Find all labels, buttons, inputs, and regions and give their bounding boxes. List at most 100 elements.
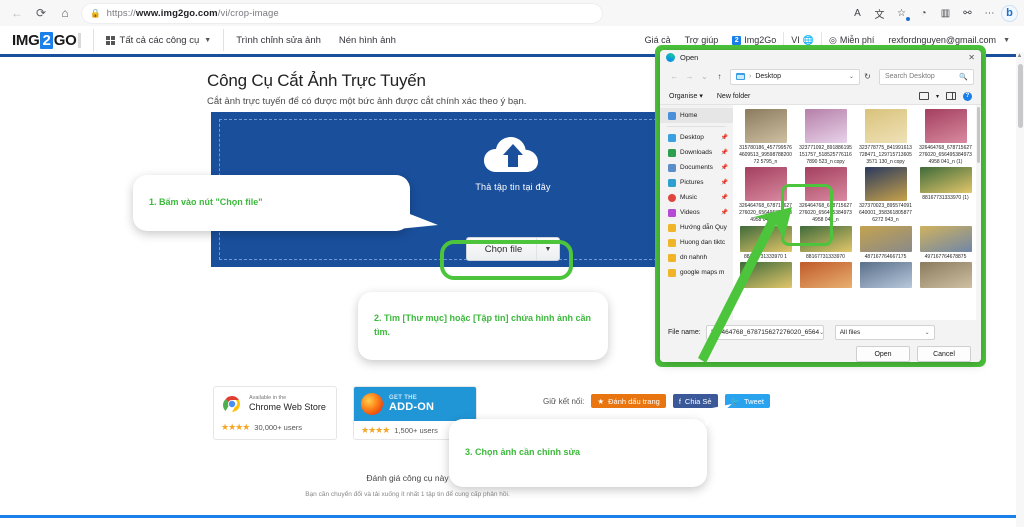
file-item[interactable]: 315780186_4577995764609513_9959878820072…	[738, 109, 793, 165]
pin-icon: 📌	[720, 135, 728, 141]
reload-icon[interactable]: ⟳	[30, 2, 52, 24]
img2go-logo[interactable]: IMG 2 GO	[12, 31, 81, 49]
callout-step-1: 1. Bấm vào nút "Chọn file"	[133, 175, 410, 231]
address-bar[interactable]: 🔒 https://www.img2go.com/vi/crop-image	[82, 3, 602, 23]
share-label: Giữ kết nối:	[543, 396, 585, 406]
dialog-refresh-icon[interactable]: ↻	[860, 69, 875, 85]
file-item[interactable]	[858, 262, 913, 289]
chevron-down-icon[interactable]: ⌄	[925, 329, 930, 336]
history-icon[interactable]: ◔	[913, 3, 934, 24]
sidebar-item-home[interactable]: Home	[660, 108, 733, 123]
brand-tab-img2go[interactable]: 2 Img2Go	[725, 35, 783, 45]
account-chevron-down-icon[interactable]: ▼	[1003, 37, 1016, 44]
address-chevron-down-icon[interactable]: ⌄	[849, 73, 854, 80]
sidebar-item-desktop[interactable]: Desktop 📌	[660, 130, 733, 145]
chrome-badge-text: Available in the Chrome Web Store	[249, 395, 326, 413]
dialog-scrollbar-thumb[interactable]	[977, 107, 980, 163]
file-item[interactable]: 497167764678875	[918, 225, 973, 261]
view-chevron-down-icon[interactable]: ▾	[936, 93, 939, 100]
pin-icon: 📌	[720, 180, 728, 186]
page-scrollbar[interactable]: ▲ ▼	[1016, 52, 1024, 527]
copilot-icon[interactable]: b	[1001, 4, 1018, 22]
grid-icon	[105, 35, 115, 45]
file-item[interactable]: 88167731333970 (1)	[918, 167, 973, 223]
screenshot-root: ← ⟳ ⌂ 🔒 https://www.img2go.com/vi/crop-i…	[0, 0, 1024, 527]
dialog-title: Open	[680, 53, 699, 62]
page-scrollbar-thumb[interactable]	[1018, 64, 1023, 128]
folder-icon	[668, 253, 676, 262]
favorites-icon[interactable]: ☆	[891, 3, 912, 24]
img2go-badge-icon: 2	[732, 35, 742, 45]
file-item[interactable]: 327370023_895574091640001_35836180587762…	[858, 167, 913, 223]
search-icon: 🔍	[959, 73, 968, 81]
twitter-label: Tweet	[743, 396, 764, 406]
file-thumbnail	[919, 225, 972, 252]
dialog-command-right: ▾ ?	[918, 91, 972, 101]
nav-link-help[interactable]: Trợ giúp	[678, 35, 726, 45]
account-menu[interactable]: rexfordnguyen@gmail.com	[881, 35, 1003, 45]
chrome-icon	[221, 393, 243, 415]
nav-link-pricing[interactable]: Giá cả	[638, 35, 678, 45]
file-item[interactable]: 487167764667175	[858, 225, 913, 261]
header-divider	[92, 29, 94, 51]
dialog-up-icon[interactable]: ↑	[712, 69, 727, 84]
dialog-back-icon[interactable]: ←	[667, 69, 682, 84]
dialog-recent-chevron-icon[interactable]: ⌄	[697, 69, 712, 84]
lock-icon: 🔒	[90, 7, 101, 18]
view-options-icon[interactable]	[918, 92, 929, 100]
all-tools-menu[interactable]: Tất cả các công cụ ▼	[105, 35, 211, 46]
scroll-up-arrow-icon[interactable]: ▲	[1017, 53, 1023, 59]
chrome-badge-small: Available in the	[249, 395, 287, 402]
organise-button[interactable]: Organise ▾	[669, 92, 703, 100]
open-button[interactable]: Open	[856, 346, 910, 362]
logo-part-2: 2	[40, 31, 53, 49]
read-aloud-icon[interactable]: A	[847, 3, 868, 24]
star-icon: ★	[597, 396, 605, 406]
file-thumbnail	[919, 262, 972, 289]
language-selector[interactable]: VI 🌐	[784, 35, 821, 46]
sidebar-item-pictures[interactable]: Pictures 📌	[660, 175, 733, 190]
file-item[interactable]: 323778775_841991613728471_12971571360535…	[858, 109, 913, 165]
dialog-forward-icon[interactable]: →	[682, 69, 697, 84]
dialog-address-bar[interactable]: › Desktop ⌄	[730, 68, 860, 85]
sidebar-item-documents[interactable]: Documents 📌	[660, 160, 733, 175]
file-item[interactable]: 323771092_891886195151757_51852577611678…	[798, 109, 853, 165]
nav-link-compress-image[interactable]: Nén hình ảnh	[339, 35, 396, 46]
chrome-web-store-badge[interactable]: Available in the Chrome Web Store ★★★★ 3…	[213, 386, 337, 440]
sidebar-divider	[667, 126, 726, 127]
sidebar-item-downloads[interactable]: Downloads 📌	[660, 145, 733, 160]
more-icon[interactable]: ⋯	[979, 3, 1000, 24]
firefox-rating-stars: ★★★★	[361, 424, 390, 435]
file-item[interactable]	[918, 262, 973, 289]
browser-nav-buttons: ← ⟳ ⌂	[0, 2, 76, 24]
file-thumbnail	[864, 109, 907, 143]
split-screen-icon[interactable]: ▥	[935, 3, 956, 24]
close-icon[interactable]: ✕	[968, 53, 975, 62]
browser-essentials-icon[interactable]: ⚯	[957, 3, 978, 24]
plan-badge[interactable]: ◎ Miễn phí	[822, 35, 881, 46]
address-current-folder: Desktop	[755, 73, 782, 80]
folder-icon	[668, 238, 676, 247]
nav-link-photo-editor[interactable]: Trình chỉnh sửa ảnh	[236, 35, 321, 46]
back-arrow-icon[interactable]: ←	[6, 2, 28, 24]
sidebar-item-label: Pictures	[680, 179, 704, 186]
dialog-search-input[interactable]: Search Desktop 🔍	[879, 68, 974, 85]
new-folder-button[interactable]: New folder	[717, 93, 750, 100]
account-email: rexfordnguyen@gmail.com	[888, 35, 997, 45]
callout-step-2-text: 2. Tìm [Thư mục] hoặc [Tập tin] chứa hìn…	[374, 313, 592, 337]
dialog-scrollbar[interactable]	[976, 105, 981, 320]
file-item[interactable]: 326464768_678715627276020_65649538497349…	[918, 109, 973, 165]
bookmark-button[interactable]: ★ Đánh dấu trang	[591, 394, 666, 408]
bookmark-label: Đánh dấu trang	[608, 396, 660, 406]
home-icon	[668, 111, 676, 120]
help-icon[interactable]: ?	[963, 91, 972, 101]
home-icon[interactable]: ⌂	[54, 2, 76, 24]
translate-icon[interactable]: 文	[869, 3, 890, 24]
language-label: VI	[791, 35, 800, 45]
cancel-button[interactable]: Cancel	[917, 346, 971, 362]
sidebar-item-label: Home	[680, 112, 698, 119]
file-name-label: 487167764667175	[864, 253, 907, 260]
callout-step-2-tail	[616, 278, 648, 302]
preview-pane-icon[interactable]	[946, 92, 956, 100]
file-name-label: 88167731333970 (1)	[922, 195, 969, 202]
